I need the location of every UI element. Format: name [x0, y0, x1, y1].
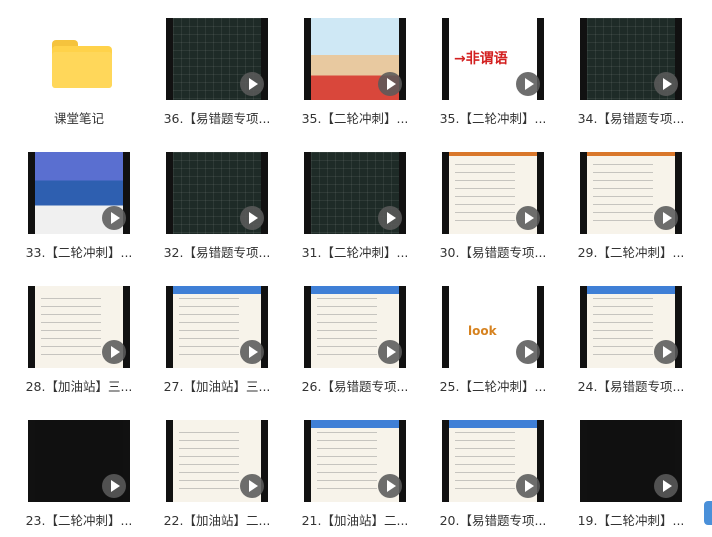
video-thumbnail: [442, 420, 544, 502]
video-thumbnail: →非谓语: [442, 18, 544, 100]
video-thumbnail: [580, 152, 682, 234]
video-title: 25.【二轮冲刺】...: [439, 379, 547, 394]
play-icon: [240, 206, 264, 230]
video-title: 27.【加油站】三...: [163, 379, 271, 394]
play-icon: [516, 72, 540, 96]
video-item[interactable]: 31.【二轮冲刺】...: [288, 146, 418, 266]
play-icon: [240, 474, 264, 498]
video-item[interactable]: 23.【二轮冲刺】...: [12, 414, 142, 534]
video-thumbnail: [166, 18, 268, 100]
video-title: 35.【二轮冲刺】...: [301, 111, 409, 126]
video-thumbnail: [166, 286, 268, 368]
video-thumbnail: [28, 152, 130, 234]
play-icon: [516, 340, 540, 364]
video-thumbnail: [442, 152, 544, 234]
video-item[interactable]: look 25.【二轮冲刺】...: [426, 280, 556, 400]
play-icon: [378, 72, 402, 96]
folder-icon: [52, 40, 112, 90]
video-item[interactable]: 26.【易错题专项...: [288, 280, 418, 400]
video-thumbnail: [28, 286, 130, 368]
video-item[interactable]: 33.【二轮冲刺】...: [12, 146, 142, 266]
play-icon: [102, 206, 126, 230]
video-title: 28.【加油站】三...: [25, 379, 133, 394]
video-title: 19.【二轮冲刺】...: [577, 513, 685, 528]
video-item[interactable]: 36.【易错题专项...: [150, 12, 280, 132]
video-thumbnail: [304, 152, 406, 234]
video-item[interactable]: 34.【易错题专项...: [564, 12, 694, 132]
video-item[interactable]: 21.【加油站】二...: [288, 414, 418, 534]
video-title: 31.【二轮冲刺】...: [301, 245, 409, 260]
play-icon: [378, 474, 402, 498]
video-title: 23.【二轮冲刺】...: [25, 513, 133, 528]
video-title: 32.【易错题专项...: [163, 245, 271, 260]
video-title: 29.【二轮冲刺】...: [577, 245, 685, 260]
video-item[interactable]: 32.【易错题专项...: [150, 146, 280, 266]
folder-name: 课堂笔记: [53, 111, 104, 126]
play-icon: [240, 340, 264, 364]
video-item[interactable]: 24.【易错题专项...: [564, 280, 694, 400]
video-item[interactable]: 22.【加油站】二...: [150, 414, 280, 534]
video-thumbnail: [28, 420, 130, 502]
video-item[interactable]: 20.【易错题专项...: [426, 414, 556, 534]
video-title: 35.【二轮冲刺】...: [439, 111, 547, 126]
slide-overlay-text: look: [468, 324, 497, 338]
video-title: 34.【易错题专项...: [577, 111, 685, 126]
video-item[interactable]: 35.【二轮冲刺】...: [288, 12, 418, 132]
video-thumbnail: look: [442, 286, 544, 368]
file-grid: 课堂笔记 36.【易错题专项... 35.【二轮冲刺】... →非谓语 35.【…: [12, 12, 712, 537]
video-thumbnail: [580, 18, 682, 100]
play-icon: [240, 72, 264, 96]
play-icon: [654, 72, 678, 96]
video-thumbnail: [166, 152, 268, 234]
video-title: 36.【易错题专项...: [163, 111, 271, 126]
play-icon: [654, 474, 678, 498]
play-icon: [378, 340, 402, 364]
play-icon: [516, 474, 540, 498]
play-icon: [654, 340, 678, 364]
video-title: 26.【易错题专项...: [301, 379, 409, 394]
video-title: 24.【易错题专项...: [577, 379, 685, 394]
video-title: 20.【易错题专项...: [439, 513, 547, 528]
video-item[interactable]: 28.【加油站】三...: [12, 280, 142, 400]
play-icon: [516, 206, 540, 230]
video-thumbnail: [580, 420, 682, 502]
video-thumbnail: [580, 286, 682, 368]
side-scroll-handle[interactable]: [704, 501, 712, 525]
video-thumbnail: [304, 18, 406, 100]
video-thumbnail: [304, 286, 406, 368]
slide-overlay-text: →非谓语: [454, 51, 508, 67]
play-icon: [378, 206, 402, 230]
video-thumbnail: [166, 420, 268, 502]
video-title: 21.【加油站】二...: [301, 513, 409, 528]
video-item[interactable]: 29.【二轮冲刺】...: [564, 146, 694, 266]
video-title: 33.【二轮冲刺】...: [25, 245, 133, 260]
video-item[interactable]: 27.【加油站】三...: [150, 280, 280, 400]
video-item[interactable]: 30.【易错题专项...: [426, 146, 556, 266]
play-icon: [102, 340, 126, 364]
video-title: 22.【加油站】二...: [163, 513, 271, 528]
play-icon: [654, 206, 678, 230]
play-icon: [102, 474, 126, 498]
video-title: 30.【易错题专项...: [439, 245, 547, 260]
video-item[interactable]: 19.【二轮冲刺】...: [564, 414, 694, 534]
video-item[interactable]: →非谓语 35.【二轮冲刺】...: [426, 12, 556, 132]
video-thumbnail: [304, 420, 406, 502]
folder-item[interactable]: 课堂笔记: [12, 12, 142, 132]
